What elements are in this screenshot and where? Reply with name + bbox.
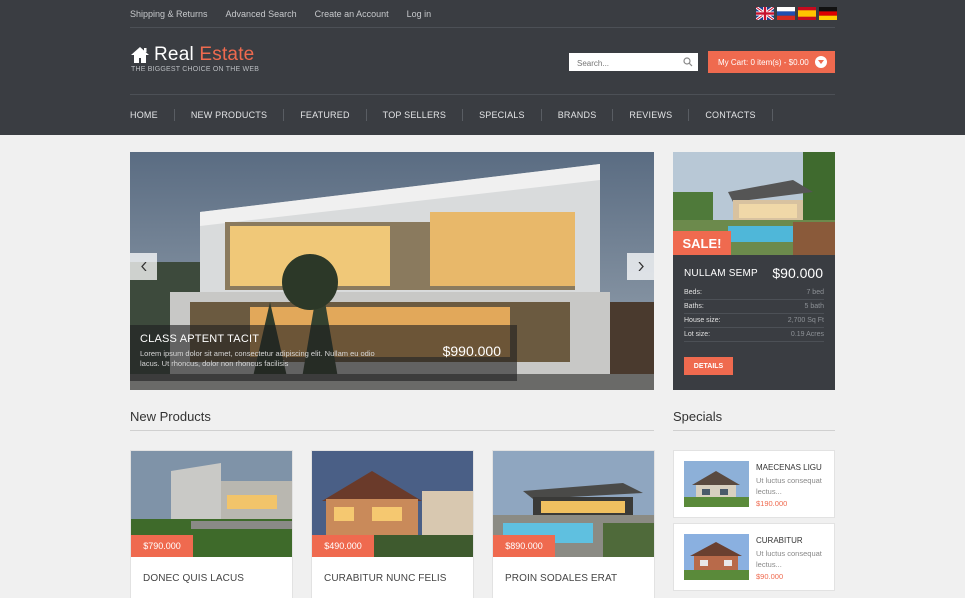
product-name[interactable]: PROIN SODALES ERAT [505, 573, 617, 584]
brand-tagline: THE BIGGEST CHOICE ON THE WEB [131, 66, 260, 73]
new-products-divider [130, 430, 654, 431]
nav-separator [612, 109, 614, 121]
nav-separator [173, 109, 175, 121]
spec-row: Baths: 5 bath [684, 300, 824, 314]
brand-name-part1: Real [154, 44, 194, 65]
details-button[interactable]: DETAILS [684, 357, 733, 375]
nav-separator [462, 109, 464, 121]
special-description: Ut luctus consequat lectus... [756, 549, 822, 569]
slider-price: $990.000 [442, 343, 501, 359]
spec-value: 2,700 Sq Ft [787, 317, 824, 324]
flag-germany-icon[interactable] [819, 7, 837, 20]
product-card[interactable]: $790.000 DONEC QUIS LACUS [130, 450, 293, 598]
nav-specials[interactable]: SPECIALS [479, 110, 525, 120]
spec-row: Beds: 7 bed [684, 286, 824, 300]
nav-separator [688, 109, 690, 121]
new-products-title: New Products [130, 409, 211, 424]
chevron-left-icon [140, 262, 146, 271]
house-icon [131, 47, 149, 63]
spec-row: Lot size: 0.19 Acres [684, 328, 824, 342]
cart-label: My Cart: 0 item(s) - $0.00 [718, 57, 809, 67]
sale-box: SALE! NULLAM SEMP $90.000 Beds: 7 bed Bat… [673, 152, 835, 390]
brand-name: Real Estate [154, 44, 254, 66]
link-log-in[interactable]: Log in [407, 9, 432, 19]
special-description: Ut luctus consequat lectus... [756, 476, 822, 496]
sale-specs: Beds: 7 bed Baths: 5 bath House size: 2,700… [684, 286, 824, 342]
nav-featured[interactable]: FEATURED [300, 110, 349, 120]
chevron-right-icon [638, 262, 644, 271]
link-advanced-search[interactable]: Advanced Search [226, 9, 297, 19]
slider-prev-button[interactable] [130, 253, 157, 280]
product-price: $490.000 [312, 535, 374, 557]
nav-brands[interactable]: BRANDS [558, 110, 597, 120]
top-divider [130, 27, 835, 28]
special-price: $190.000 [756, 499, 788, 508]
slider-caption: CLASS APTENT TACIT Lorem ipsum dolor sit… [130, 325, 517, 381]
logo[interactable]: Real Estate [130, 44, 254, 66]
product-card[interactable]: $490.000 CURABITUR NUNC FELIS [311, 450, 474, 598]
spec-label: Lot size: [684, 331, 711, 338]
spec-value: 5 bath [804, 303, 824, 310]
brand-name-part2: Estate [199, 44, 255, 65]
nav-contacts[interactable]: CONTACTS [705, 110, 755, 120]
flag-spain-icon[interactable] [798, 7, 816, 20]
link-shipping-returns[interactable]: Shipping & Returns [130, 9, 208, 19]
nav-separator [365, 109, 367, 121]
search-box [569, 53, 698, 73]
spec-label: Beds: [684, 289, 702, 296]
spec-row: House size: 2,700 Sq Ft [684, 314, 824, 328]
spec-value: 0.19 Acres [790, 331, 824, 338]
cart-button[interactable]: My Cart: 0 item(s) - $0.00 [708, 51, 835, 73]
special-item[interactable]: CURABITUR Ut luctus consequat lectus... … [673, 523, 835, 591]
hero-slider[interactable]: CLASS APTENT TACIT Lorem ipsum dolor sit… [130, 152, 654, 390]
slider-text: Lorem ipsum dolor sit amet, consectetur … [140, 349, 375, 368]
sale-badge: SALE! [673, 231, 731, 255]
special-image[interactable] [684, 534, 749, 580]
nav-divider [130, 94, 835, 95]
main-nav: HOME NEW PRODUCTS FEATURED TOP SELLERS S… [130, 109, 789, 121]
product-price: $890.000 [493, 535, 555, 557]
specials-divider [673, 430, 835, 431]
product-price: $790.000 [131, 535, 193, 557]
nav-home[interactable]: HOME [130, 110, 158, 120]
language-flags [756, 7, 837, 20]
special-item[interactable]: MAECENAS LIGU Ut luctus consequat lectus… [673, 450, 835, 518]
search-input[interactable] [569, 54, 679, 73]
nav-separator [771, 109, 773, 121]
spec-label: Baths: [684, 303, 704, 310]
special-price: $90.000 [756, 572, 784, 581]
slider-next-button[interactable] [627, 253, 654, 280]
sale-price: $90.000 [772, 265, 823, 281]
sale-name[interactable]: NULLAM SEMP [684, 268, 758, 279]
header: Shipping & Returns Advanced Search Creat… [0, 0, 965, 135]
special-name[interactable]: MAECENAS LIGU [756, 463, 822, 472]
spec-label: House size: [684, 317, 721, 324]
nav-new-products[interactable]: NEW PRODUCTS [191, 110, 267, 120]
product-name[interactable]: CURABITUR NUNC FELIS [324, 573, 447, 584]
special-name[interactable]: CURABITUR [756, 536, 803, 545]
link-create-account[interactable]: Create an Account [315, 9, 389, 19]
nav-reviews[interactable]: REVIEWS [629, 110, 672, 120]
nav-separator [540, 109, 542, 121]
special-image[interactable] [684, 461, 749, 507]
specials-title: Specials [673, 409, 723, 424]
flag-russia-icon[interactable] [777, 7, 795, 20]
chevron-down-icon [815, 56, 827, 68]
spec-value: 7 bed [806, 289, 824, 296]
flag-uk-icon[interactable] [756, 7, 774, 20]
search-icon[interactable] [683, 57, 693, 67]
nav-separator [283, 109, 285, 121]
product-card[interactable]: $890.000 PROIN SODALES ERAT [492, 450, 655, 598]
top-links: Shipping & Returns Advanced Search Creat… [130, 9, 449, 19]
product-name[interactable]: DONEC QUIS LACUS [143, 573, 244, 584]
nav-top-sellers[interactable]: TOP SELLERS [383, 110, 446, 120]
